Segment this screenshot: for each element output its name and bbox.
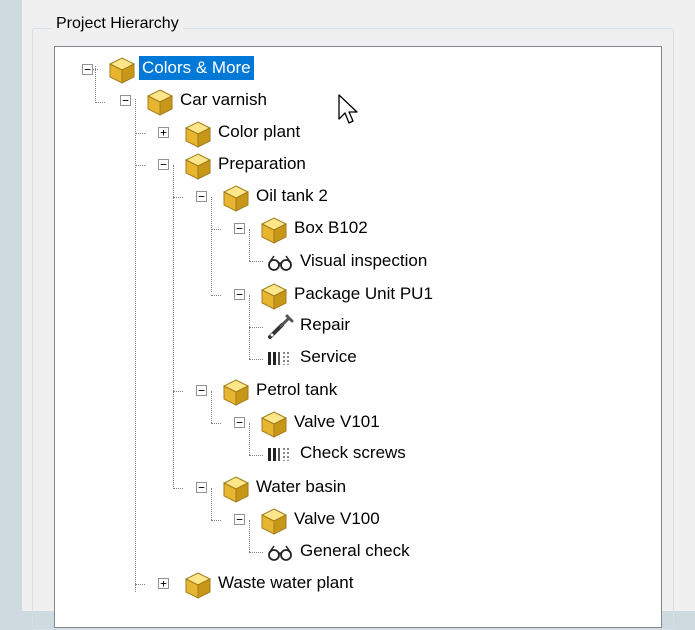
cube-icon [184,153,212,180]
tree-node-check-screws[interactable]: Check screws [297,441,409,465]
group-title: Project Hierarchy [52,14,183,34]
tree-node-preparation[interactable]: Preparation [215,152,309,176]
tree-node-package-unit-pu1[interactable]: Package Unit PU1 [291,282,436,306]
toolbox-icon [268,352,289,365]
cube-icon [108,57,136,84]
tree-node-visual-inspection[interactable]: Visual inspection [297,249,430,273]
tree-node-box-b102[interactable]: Box B102 [291,216,371,240]
collapse-toggle-water-basin[interactable]: − [196,482,207,493]
cube-icon [222,185,250,212]
expand-toggle-waste-water-plant[interactable]: + [158,578,169,589]
collapse-toggle-valve-v100[interactable]: − [234,514,245,525]
collapse-toggle-preparation[interactable]: − [158,159,169,170]
project-tree[interactable]: − Colors & More − Car varnish + Color pl… [54,46,662,628]
tree-node-color-plant[interactable]: Color plant [215,120,303,144]
tree-node-valve-v100[interactable]: Valve V100 [291,507,383,531]
cube-icon [146,89,174,116]
tree-node-car-varnish[interactable]: Car varnish [177,88,270,112]
collapse-toggle-box-b102[interactable]: − [234,223,245,234]
tree-node-service[interactable]: Service [297,345,360,369]
project-panel: Project Hierarchy − Colors & More − Car … [22,0,695,630]
cube-icon [260,283,288,310]
collapse-toggle-car-varnish[interactable]: − [120,95,131,106]
tree-node-waste-water-plant[interactable]: Waste water plant [215,571,356,595]
cube-icon [222,476,250,503]
tree-node-valve-v101[interactable]: Valve V101 [291,410,383,434]
tree-node-petrol-tank[interactable]: Petrol tank [253,378,340,402]
expand-toggle-color-plant[interactable]: + [158,127,169,138]
tree-node-general-check[interactable]: General check [297,539,413,563]
cube-icon [260,217,288,244]
collapse-toggle-package-unit-pu1[interactable]: − [234,289,245,300]
cube-icon [184,121,212,148]
cube-icon [260,411,288,438]
collapse-toggle-petrol-tank[interactable]: − [196,385,207,396]
toolbox-icon [268,448,289,461]
cube-icon [260,508,288,535]
glasses-icon [268,255,292,271]
collapse-toggle-valve-v101[interactable]: − [234,417,245,428]
tree-node-oil-tank-2[interactable]: Oil tank 2 [253,184,331,208]
tree-node-repair[interactable]: Repair [297,313,353,337]
cube-icon [222,379,250,406]
tree-node-water-basin[interactable]: Water basin [253,475,349,499]
glasses-icon [268,545,292,561]
collapse-toggle-colors-more[interactable]: − [82,64,93,75]
cube-icon [184,572,212,599]
collapse-toggle-oil-tank-2[interactable]: − [196,191,207,202]
wrench-icon [268,314,294,339]
mouse-cursor-icon [338,94,358,124]
tree-node-colors-more[interactable]: Colors & More [139,56,254,80]
